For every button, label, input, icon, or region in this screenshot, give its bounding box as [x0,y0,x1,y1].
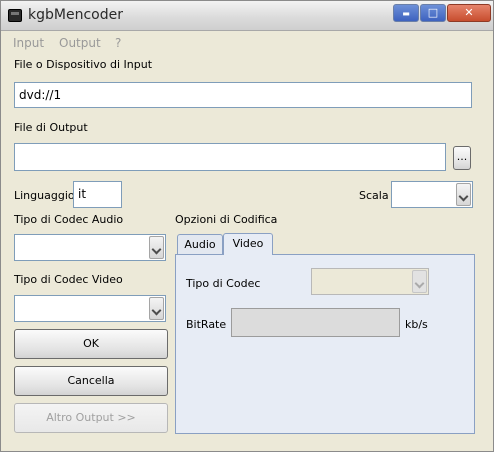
input-file-label: File o Dispositivo di Input [14,58,153,71]
language-field[interactable]: it [73,181,122,208]
close-button[interactable]: ✕ [447,4,491,22]
video-codec-select[interactable] [14,295,166,322]
chevron-down-icon [456,183,471,206]
main-window: kgbMencoder ▬ □ ✕ Input Output ? File o … [0,0,494,452]
window-title: kgbMencoder [28,7,123,23]
encoding-options-label: Opzioni di Codifica [175,213,278,226]
menu-input[interactable]: Input [13,36,44,50]
chevron-down-icon [412,270,427,293]
maximize-button[interactable]: □ [420,4,446,22]
scale-label: Scala [359,189,389,202]
video-tab-panel: Tipo di Codec BitRate kb/s [175,254,475,434]
audio-codec-label: Tipo di Codec Audio [14,213,124,226]
tab-video[interactable]: Video [223,233,273,255]
bitrate-label: BitRate [186,318,227,331]
browse-output-button[interactable]: ... [453,146,471,170]
bitrate-unit-label: kb/s [405,318,428,331]
audio-codec-select[interactable] [14,234,166,261]
app-icon [8,9,22,22]
menu-output[interactable]: Output [59,36,101,50]
chevron-down-icon [149,297,164,320]
input-file-field[interactable]: dvd://1 [14,82,472,108]
more-output-button[interactable]: Altro Output >> [14,403,168,433]
scale-select[interactable] [391,181,473,208]
close-icon: ✕ [464,6,474,19]
output-file-label: File di Output [14,121,88,134]
output-file-field[interactable] [14,143,446,171]
minimize-icon: ▬ [402,9,410,18]
title-bar[interactable]: kgbMencoder ▬ □ ✕ [1,1,493,31]
language-label: Linguaggio [14,189,75,202]
minimize-button[interactable]: ▬ [393,4,419,22]
bitrate-field[interactable] [231,308,400,337]
tab-audio[interactable]: Audio [177,234,223,255]
menu-bar: Input Output ? [1,32,493,52]
maximize-icon: □ [427,6,439,19]
ok-button[interactable]: OK [14,329,168,359]
codec-type-label: Tipo di Codec [186,277,261,290]
cancel-button[interactable]: Cancella [14,366,168,396]
video-codec-type-select[interactable] [311,268,429,295]
video-codec-label: Tipo di Codec Video [14,273,123,286]
chevron-down-icon [149,236,164,259]
menu-help[interactable]: ? [115,36,121,50]
